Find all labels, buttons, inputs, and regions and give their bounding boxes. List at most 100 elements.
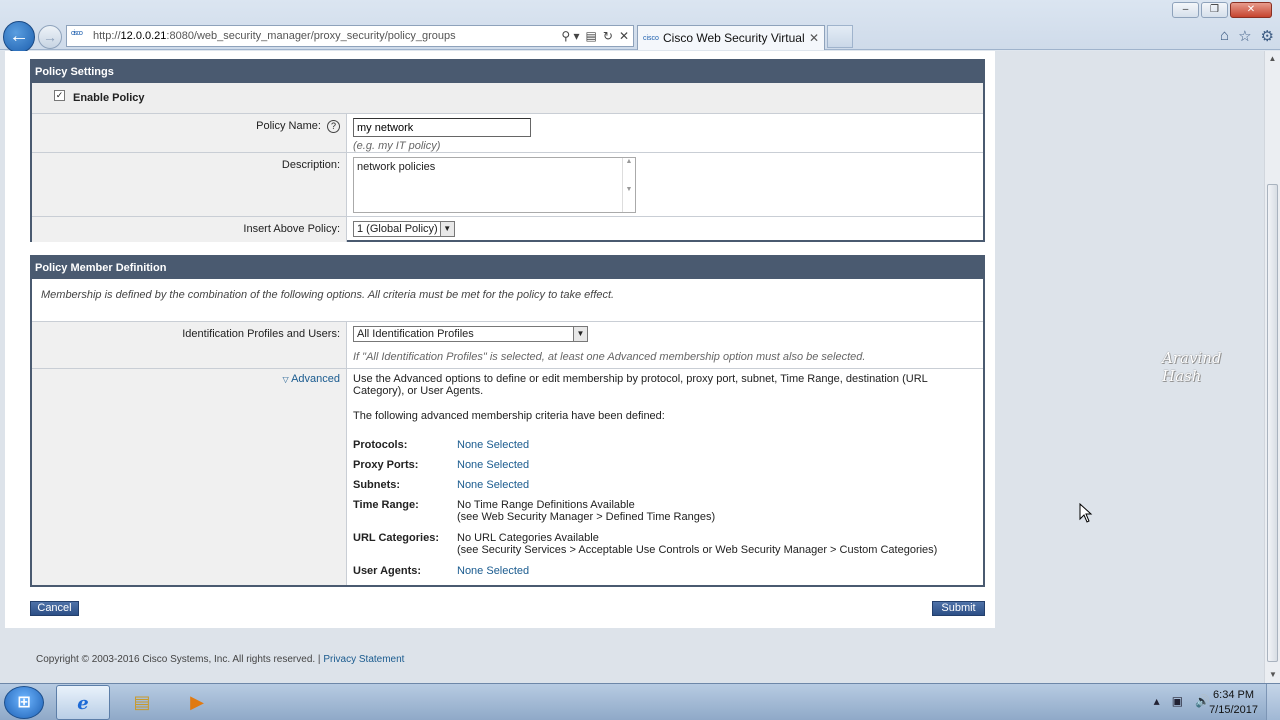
browser-chrome: – ❐ ✕ ← → cisco http://12.0.0.21:8080/we…: [0, 0, 1280, 53]
insert-above-select[interactable]: 1 (Global Policy) ▼: [353, 221, 455, 237]
page-viewport: Policy Settings ✓ Enable Policy Policy N…: [0, 51, 1264, 683]
enable-policy-row: ✓ Enable Policy: [32, 83, 983, 113]
criteria-list: Protocols: None Selected Proxy Ports: None …: [353, 439, 977, 585]
search-dropdown-icon[interactable]: ⚲ ▾: [561, 29, 579, 43]
identification-select[interactable]: All Identification Profiles ▼: [353, 326, 588, 342]
policy-member-header: Policy Member Definition: [32, 257, 983, 279]
clock-date: 7/15/2017: [1209, 704, 1258, 716]
advanced-value-cell: Use the Advanced options to define or ed…: [347, 369, 983, 585]
criteria-key: Proxy Ports:: [353, 459, 419, 471]
enable-policy-checkbox[interactable]: ✓: [54, 89, 65, 101]
cisco-favicon-icon: cisco: [643, 34, 659, 42]
close-window-button[interactable]: ✕: [1230, 2, 1272, 18]
advanced-description: Use the Advanced options to define or ed…: [353, 373, 928, 397]
insert-above-value-cell: 1 (Global Policy) ▼: [347, 217, 983, 242]
policy-member-section: Policy Member Definition Membership is d…: [30, 255, 985, 587]
criteria-value-text: None Selected: [457, 479, 530, 491]
page-scrollbar[interactable]: ▲ ▼: [1264, 51, 1280, 683]
mouse-cursor-icon: [1079, 503, 1093, 523]
media-player-icon[interactable]: ▶: [170, 685, 224, 720]
address-url[interactable]: http://12.0.0.21:8080/web_security_manag…: [93, 30, 561, 42]
window-controls: – ❐ ✕: [1172, 2, 1272, 18]
identification-hint: If "All Identification Profiles" is sele…: [353, 351, 866, 363]
chevron-down-icon[interactable]: ▼: [439, 222, 454, 236]
criteria-value-text: No URL Categories Available: [457, 532, 599, 544]
back-button[interactable]: ←: [3, 21, 35, 53]
description-row: Description: network policies ▲ ▼: [32, 152, 983, 216]
restore-button[interactable]: ❐: [1201, 2, 1228, 18]
criteria-key: Subnets:: [353, 479, 401, 491]
criteria-value-link[interactable]: None Selected: [457, 439, 977, 451]
criteria-value: No URL Categories Available (see Security…: [457, 532, 977, 556]
advanced-label-cell: ▽ Advanced: [32, 369, 347, 585]
criteria-value-text: No Time Range Definitions Available: [457, 499, 635, 511]
stop-icon[interactable]: ✕: [619, 29, 629, 43]
page-footer: Copyright © 2003-2016 Cisco Systems, Inc…: [36, 654, 404, 665]
help-icon[interactable]: ?: [327, 120, 340, 133]
system-clock[interactable]: 6:34 PM 7/15/2017: [1209, 688, 1258, 718]
scroll-down-icon[interactable]: ▼: [1265, 667, 1280, 683]
policy-name-label: Policy Name:: [256, 120, 321, 132]
criteria-value-note: (see Web Security Manager > Defined Time…: [457, 511, 716, 523]
cancel-button[interactable]: Cancel: [30, 601, 79, 616]
cisco-favicon-icon: cisco: [71, 30, 83, 37]
description-text: network policies: [357, 161, 436, 173]
show-desktop-button[interactable]: [1266, 684, 1280, 720]
criteria-value: No Time Range Definitions Available (see …: [457, 499, 977, 523]
policy-name-label-cell: Policy Name: ?: [32, 114, 347, 152]
minimize-button[interactable]: –: [1172, 2, 1199, 18]
scrollbar-thumb[interactable]: [1267, 184, 1278, 662]
policy-name-hint: (e.g. my IT policy): [353, 140, 441, 152]
folder-icon[interactable]: ▤: [115, 685, 169, 720]
privacy-statement-link[interactable]: Privacy Statement: [323, 654, 404, 665]
watermark-signature: Aravind Hash: [1162, 349, 1222, 385]
criteria-value-link[interactable]: None Selected: [457, 565, 977, 577]
identification-label: Identification Profiles and Users:: [32, 322, 347, 368]
identification-selected: All Identification Profiles: [357, 328, 474, 340]
policy-name-value-cell: (e.g. my IT policy): [347, 114, 983, 152]
advanced-defined-text: The following advanced membership criter…: [353, 410, 665, 422]
advanced-row: ▽ Advanced Use the Advanced options to d…: [32, 368, 983, 585]
insert-above-label: Insert Above Policy:: [32, 217, 347, 242]
browser-toolbar-icons: ⌂ ☆ ⚙: [1220, 27, 1274, 45]
description-textarea[interactable]: network policies ▲ ▼: [353, 157, 636, 213]
star-icon[interactable]: ☆: [1238, 27, 1251, 45]
criteria-value-note: (see Security Services > Acceptable Use …: [457, 544, 938, 556]
gear-icon[interactable]: ⚙: [1261, 27, 1274, 45]
chevron-down-icon: ▽: [282, 375, 289, 384]
criteria-key: Protocols:: [353, 439, 408, 451]
tab-close-icon[interactable]: ✕: [809, 31, 819, 45]
start-button[interactable]: ⊞: [4, 686, 44, 719]
address-bar[interactable]: cisco http://12.0.0.21:8080/web_security…: [66, 25, 634, 47]
textarea-scrollbar[interactable]: ▲ ▼: [622, 158, 635, 212]
identification-row: Identification Profiles and Users: All I…: [32, 321, 983, 368]
network-icon[interactable]: ▣: [1172, 694, 1183, 708]
volume-icon[interactable]: 🔊: [1195, 694, 1210, 708]
taskbar: ⊞ e ▤ ▶ ▴ ▣ 🔊 6:34 PM 7/15/2017: [0, 683, 1280, 720]
policy-settings-header: Policy Settings: [32, 61, 983, 83]
clock-time: 6:34 PM: [1213, 689, 1255, 701]
insert-above-selected: 1 (Global Policy): [357, 223, 438, 235]
ie-icon[interactable]: e: [56, 685, 110, 720]
criteria-value-link[interactable]: None Selected: [457, 459, 977, 471]
show-hidden-icons[interactable]: ▴: [1154, 694, 1160, 708]
insert-above-row: Insert Above Policy: 1 (Global Policy) ▼: [32, 216, 983, 242]
refresh-icon[interactable]: ↻: [603, 29, 613, 43]
criteria-key: Time Range:: [353, 499, 419, 511]
advanced-toggle[interactable]: ▽ Advanced: [282, 373, 340, 385]
scroll-up-icon[interactable]: ▲: [1265, 51, 1280, 67]
new-tab-button[interactable]: [827, 25, 853, 48]
submit-button[interactable]: Submit: [932, 601, 985, 616]
browser-tab[interactable]: cisco Cisco Web Security Virtual ... ✕: [637, 25, 825, 50]
chevron-down-icon[interactable]: ▼: [573, 327, 587, 341]
criteria-value-text: None Selected: [457, 565, 530, 577]
criteria-key: User Agents:: [353, 565, 422, 577]
home-icon[interactable]: ⌂: [1220, 27, 1229, 45]
compatibility-view-icon[interactable]: ▤: [586, 29, 597, 43]
policy-name-input[interactable]: [353, 118, 531, 137]
forward-button[interactable]: →: [38, 25, 62, 49]
criteria-value-text: None Selected: [457, 439, 530, 451]
identification-value-cell: All Identification Profiles ▼ If "All Id…: [347, 322, 983, 368]
membership-intro: Membership is defined by the combination…: [41, 289, 615, 301]
criteria-value-link[interactable]: None Selected: [457, 479, 977, 491]
